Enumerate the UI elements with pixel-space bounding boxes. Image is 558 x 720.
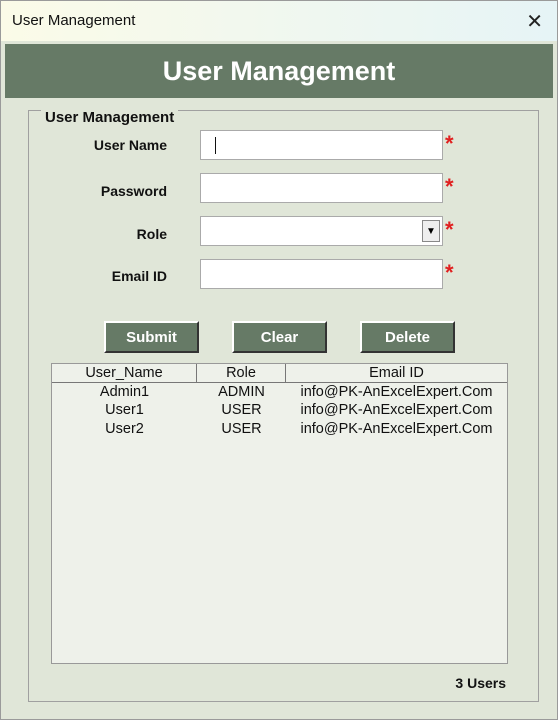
column-header-email[interactable]: Email ID: [286, 364, 507, 382]
email-label: Email ID: [111, 268, 167, 284]
chevron-down-icon[interactable]: ▼: [422, 220, 440, 242]
cell-user-name: User1: [105, 402, 144, 418]
required-marker: *: [445, 174, 454, 199]
role-label: Role: [136, 226, 167, 242]
delete-button[interactable]: Delete: [360, 321, 455, 353]
password-input[interactable]: [200, 173, 443, 203]
user-name-label: User Name: [93, 137, 167, 153]
clear-button[interactable]: Clear: [232, 321, 327, 353]
close-icon[interactable]: ✕: [526, 9, 543, 34]
cell-role: USER: [221, 402, 262, 418]
cell-email: info@PK-AnExcelExpert.Com: [300, 420, 493, 437]
table-header: User_Name Role Email ID: [52, 364, 507, 383]
cell-role: USER: [221, 420, 262, 437]
table-row[interactable]: User1 USER info@PK-AnExcelExpert.Com: [52, 401, 507, 420]
cell-role: ADMIN: [218, 383, 265, 400]
window-title: User Management: [12, 12, 136, 29]
table-row[interactable]: Admin1 ADMIN info@PK-AnExcelExpert.Com: [52, 383, 507, 402]
table-row[interactable]: User2 USER info@PK-AnExcelExpert.Com: [52, 420, 507, 439]
required-marker: *: [445, 217, 454, 242]
required-marker: *: [445, 131, 454, 156]
cell-user-name: Admin1: [99, 383, 150, 400]
users-listbox[interactable]: User_Name Role Email ID Admin1 ADMIN inf…: [51, 363, 508, 664]
page-title: User Management: [5, 44, 553, 98]
text-caret: [215, 137, 216, 154]
submit-button[interactable]: Submit: [104, 321, 199, 353]
cell-email: info@PK-AnExcelExpert.Com: [300, 383, 493, 400]
password-label: Password: [100, 183, 167, 199]
form-legend: User Management: [41, 109, 179, 126]
cell-email: info@PK-AnExcelExpert.Com: [300, 402, 493, 418]
column-header-role[interactable]: Role: [197, 364, 286, 382]
user-count: 3 Users: [455, 675, 506, 691]
required-marker: *: [445, 260, 454, 285]
role-dropdown[interactable]: ▼: [200, 216, 443, 246]
user-name-input[interactable]: [200, 130, 443, 160]
email-input[interactable]: [200, 259, 443, 289]
title-bar: User Management ✕: [1, 1, 557, 41]
cell-user-name: User2: [105, 420, 144, 437]
column-header-user-name[interactable]: User_Name: [52, 364, 197, 382]
user-management-window: User Management ✕ User Management User M…: [0, 0, 558, 720]
